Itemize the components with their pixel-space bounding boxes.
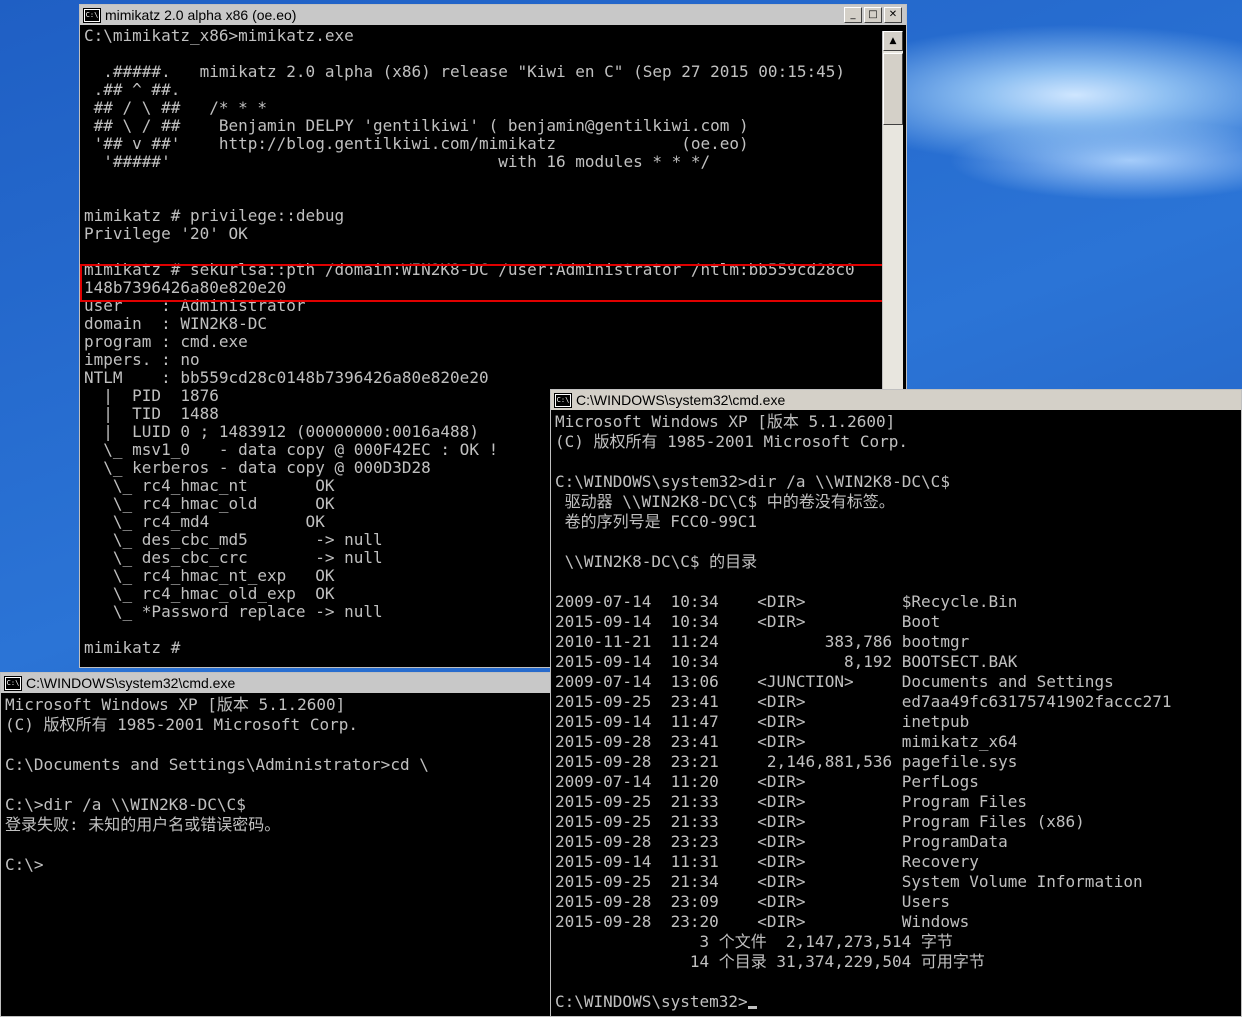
close-button[interactable]: ✕ bbox=[884, 7, 902, 23]
console-line: C:\mimikatz_x86>mimikatz.exe bbox=[84, 26, 354, 45]
console-line: 14 个目录 31,374,229,504 可用字节 bbox=[555, 952, 985, 971]
console-line: 2009-07-14 11:20 <DIR> PerfLogs bbox=[555, 772, 979, 791]
cmd-right-title-bar[interactable]: C:\ C:\WINDOWS\system32\cmd.exe bbox=[551, 390, 1241, 410]
console-line: 2015-09-25 21:33 <DIR> Program Files bbox=[555, 792, 1028, 811]
console-line: ## \ / ## Benjamin DELPY 'gentilkiwi' ( … bbox=[84, 116, 749, 135]
console-line: (C) 版权所有 1985-2001 Microsoft Corp. bbox=[555, 432, 908, 451]
console-line: \\WIN2K8-DC\C$ 的目录 bbox=[555, 552, 758, 571]
console-line: 2009-07-14 13:06 <JUNCTION> Documents an… bbox=[555, 672, 1114, 691]
console-line: 2015-09-25 23:41 <DIR> ed7aa49fc63175741… bbox=[555, 692, 1172, 711]
console-line: C:\> bbox=[5, 855, 44, 874]
scroll-up-button[interactable]: ▲ bbox=[883, 31, 903, 51]
console-icon: C:\ bbox=[555, 393, 571, 407]
console-line: mimikatz # privilege::debug bbox=[84, 206, 345, 225]
console-line: impers. : no bbox=[84, 350, 200, 369]
window-title: C:\WINDOWS\system32\cmd.exe bbox=[26, 675, 236, 691]
console-line: 2015-09-28 23:41 <DIR> mimikatz_x64 bbox=[555, 732, 1018, 751]
console-line: Microsoft Windows XP [版本 5.1.2600] bbox=[555, 412, 896, 431]
console-line: 3 个文件 2,147,273,514 字节 bbox=[555, 932, 953, 951]
console-line: 2015-09-14 11:47 <DIR> inetpub bbox=[555, 712, 970, 731]
console-line: 2009-07-14 10:34 <DIR> $Recycle.Bin bbox=[555, 592, 1018, 611]
console-line: NTLM : bb559cd28c0148b7396426a80e820e20 bbox=[84, 368, 489, 387]
console-line: 登录失败: 未知的用户名或错误密码。 bbox=[5, 815, 281, 834]
console-line: 2015-09-14 10:34 <DIR> Boot bbox=[555, 612, 941, 631]
console-output[interactable]: Microsoft Windows XP [版本 5.1.2600] (C) 版权… bbox=[5, 695, 429, 875]
console-line: 2015-09-14 10:34 8,192 BOOTSECT.BAK bbox=[555, 652, 1018, 671]
console-line: 2015-09-14 11:31 <DIR> Recovery bbox=[555, 852, 979, 871]
cmd-window-left[interactable]: C:\ C:\WINDOWS\system32\cmd.exe Microsof… bbox=[0, 672, 552, 1017]
console-line: Microsoft Windows XP [版本 5.1.2600] bbox=[5, 695, 346, 714]
minimize-button[interactable]: _ bbox=[844, 7, 862, 23]
mimikatz-title-bar[interactable]: C:\ mimikatz 2.0 alpha x86 (oe.eo) _ □ ✕ bbox=[80, 5, 906, 25]
maximize-button[interactable]: □ bbox=[864, 7, 882, 23]
console-line: 卷的序列号是 FCC0-99C1 bbox=[555, 512, 757, 531]
console-line: 驱动器 \\WIN2K8-DC\C$ 中的卷没有标签。 bbox=[555, 492, 895, 511]
console-line: C:\WINDOWS\system32>dir /a \\WIN2K8-DC\C… bbox=[555, 472, 950, 491]
highlight-box bbox=[80, 264, 886, 302]
window-title: C:\WINDOWS\system32\cmd.exe bbox=[576, 392, 786, 408]
console-line: 2010-11-21 11:24 383,786 bootmgr bbox=[555, 632, 970, 651]
console-line: .## ^ ##. bbox=[84, 80, 181, 99]
cmd-left-title-bar[interactable]: C:\ C:\WINDOWS\system32\cmd.exe bbox=[1, 673, 551, 693]
console-line: 2015-09-28 23:23 <DIR> ProgramData bbox=[555, 832, 1008, 851]
console-line: C:\>dir /a \\WIN2K8-DC\C$ bbox=[5, 795, 246, 814]
console-line: (C) 版权所有 1985-2001 Microsoft Corp. bbox=[5, 715, 358, 734]
cmd-window-right[interactable]: C:\ C:\WINDOWS\system32\cmd.exe Microsof… bbox=[550, 389, 1242, 1017]
console-line: Privilege '20' OK bbox=[84, 224, 248, 243]
console-line: domain : WIN2K8-DC bbox=[84, 314, 268, 333]
console-icon: C:\ bbox=[84, 8, 100, 22]
console-icon: C:\ bbox=[5, 676, 21, 690]
console-output[interactable]: Microsoft Windows XP [版本 5.1.2600] (C) 版权… bbox=[555, 412, 1172, 1012]
console-line: 2015-09-25 21:34 <DIR> System Volume Inf… bbox=[555, 872, 1143, 891]
console-line: 2015-09-28 23:21 2,146,881,536 pagefile.… bbox=[555, 752, 1018, 771]
text-cursor bbox=[747, 1006, 757, 1009]
console-line: 2015-09-25 21:33 <DIR> Program Files (x8… bbox=[555, 812, 1085, 831]
window-title: mimikatz 2.0 alpha x86 (oe.eo) bbox=[105, 7, 297, 23]
console-line: C:\WINDOWS\system32> bbox=[555, 992, 1172, 1012]
scroll-thumb[interactable] bbox=[883, 53, 903, 125]
console-line: ## / \ ## /* * * bbox=[84, 98, 268, 117]
console-line: '#####' with 16 modules * * */ bbox=[84, 152, 711, 171]
console-line: 2015-09-28 23:20 <DIR> Windows bbox=[555, 912, 970, 931]
console-line: program : cmd.exe bbox=[84, 332, 248, 351]
console-line: '## v ##' http://blog.gentilkiwi.com/mim… bbox=[84, 134, 749, 153]
console-line: .#####. mimikatz 2.0 alpha (x86) release… bbox=[84, 62, 845, 81]
console-line: 2015-09-28 23:09 <DIR> Users bbox=[555, 892, 950, 911]
console-line: C:\Documents and Settings\Administrator>… bbox=[5, 755, 429, 774]
